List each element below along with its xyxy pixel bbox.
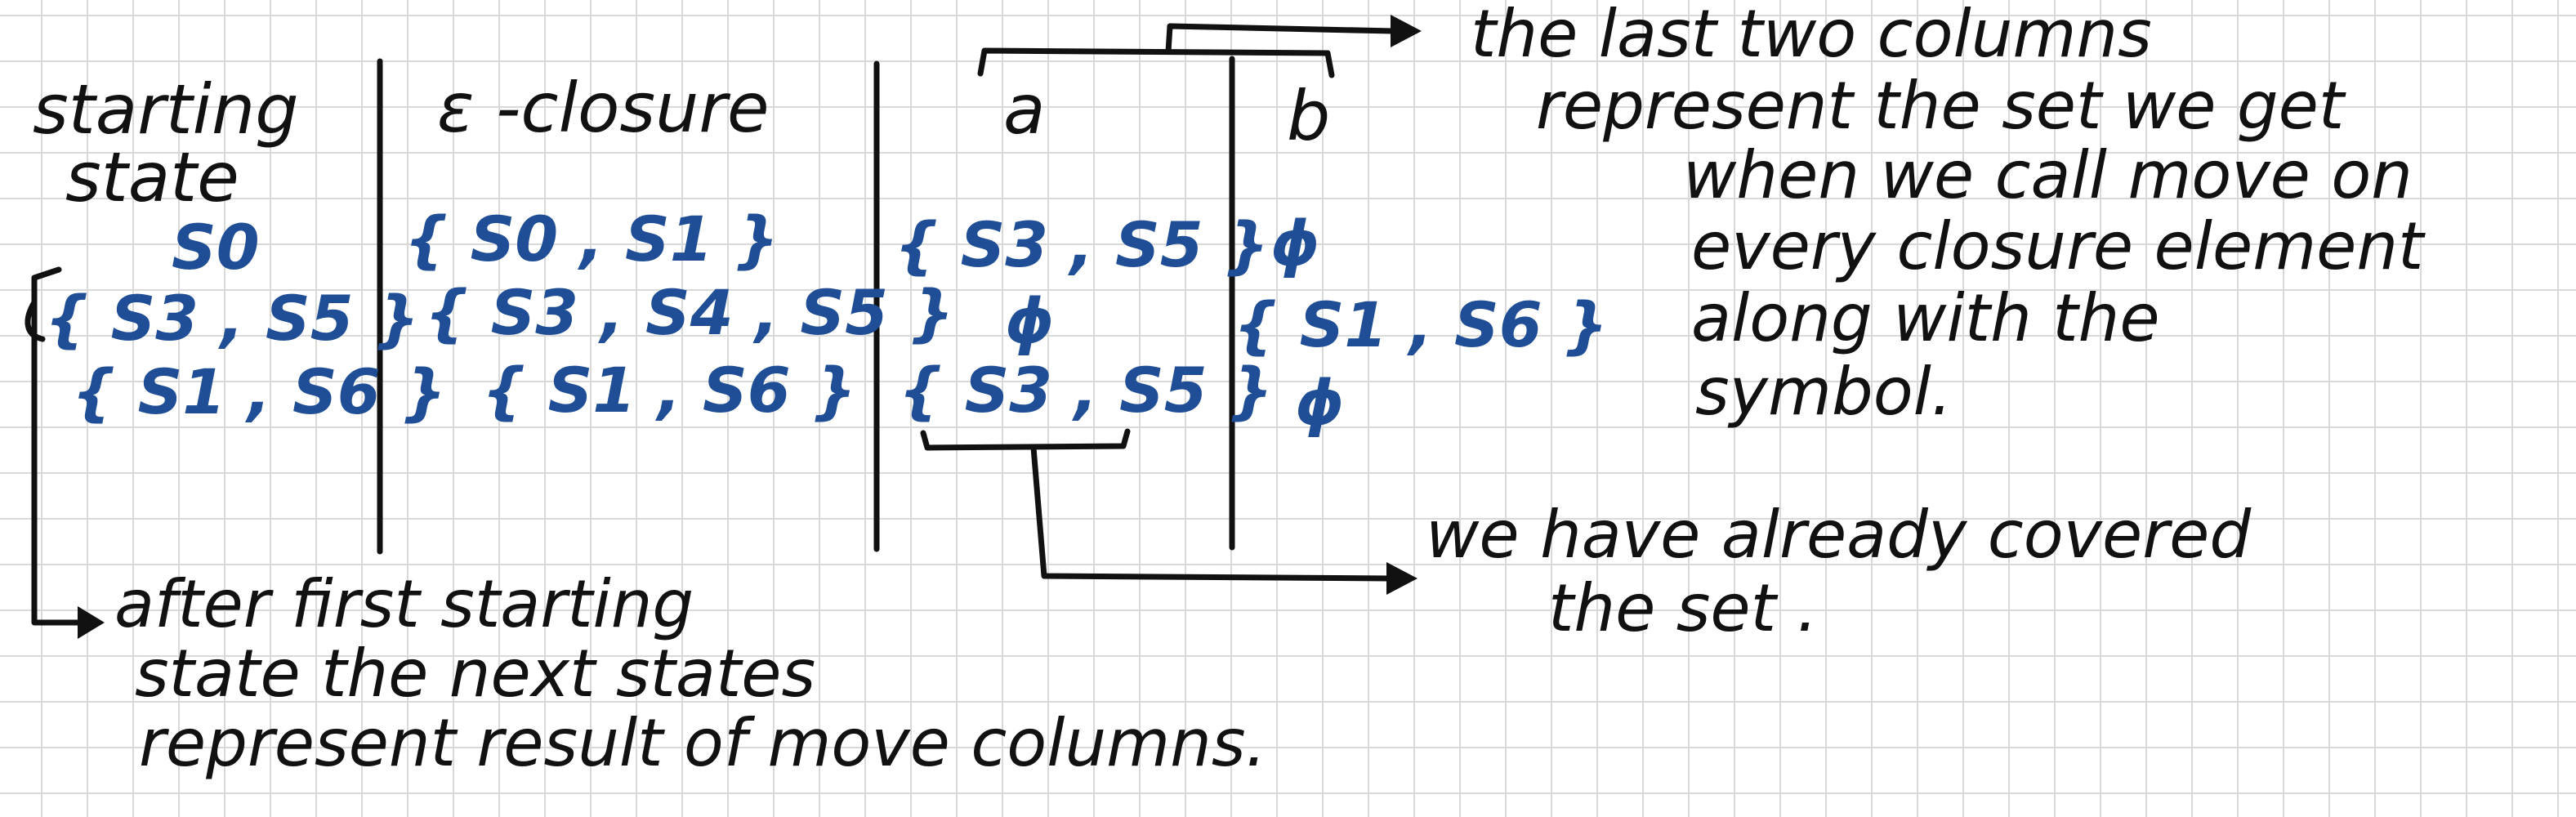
note-covered-line2: the set . [1548, 570, 1818, 646]
header-b: b [1287, 76, 1331, 156]
note-after-first-line1: after first starting [114, 566, 694, 642]
top-arrow [1165, 23, 1396, 55]
left-arrowhead [78, 606, 105, 639]
note-after-first-line3: represent result of move columns. [139, 705, 1266, 781]
row3-b: ϕ [1295, 366, 1345, 439]
note-last-columns-line4: every closure element [1691, 208, 2424, 284]
note-after-first-line2: state the next states [135, 636, 816, 712]
row2-closure: { S3 , S4 , S5 } [425, 276, 954, 349]
row1-a: { S3 , S5 } [895, 208, 1270, 281]
row1-start: S0 [172, 211, 260, 283]
note-last-columns-line3: when we call move on [1683, 137, 2413, 213]
row3-a: { S3 , S5 } [899, 354, 1274, 426]
row2-a: ϕ [1005, 284, 1055, 357]
header-starting: starting [33, 69, 299, 150]
note-last-columns-line1: the last two columns [1471, 0, 2152, 72]
row2-start: { S3 , S5 } [45, 282, 420, 355]
row3-closure: { S1 , S6 } [482, 354, 857, 426]
row1-closure: { S0 , S1 } [404, 203, 779, 275]
covered-arrow [1030, 444, 1392, 582]
covered-arrowhead [1386, 562, 1417, 595]
top-arrowhead [1391, 15, 1422, 47]
note-last-columns-line5: along with the [1691, 280, 2160, 356]
row2-b: { S1 , S6 } [1234, 288, 1609, 361]
header-state: state [65, 137, 239, 217]
header-epsilon-closure: ε -closure [437, 68, 770, 148]
note-last-columns-line2: represent the set we get [1536, 68, 2345, 144]
row1-b: ϕ [1270, 207, 1320, 279]
note-last-columns-line6: symbol. [1695, 354, 1953, 430]
note-covered-line1: we have already covered [1426, 497, 2252, 573]
row3-start: { S1 , S6 } [72, 355, 447, 428]
header-a: a [1003, 69, 1046, 150]
bottom-bracket [920, 428, 1131, 451]
